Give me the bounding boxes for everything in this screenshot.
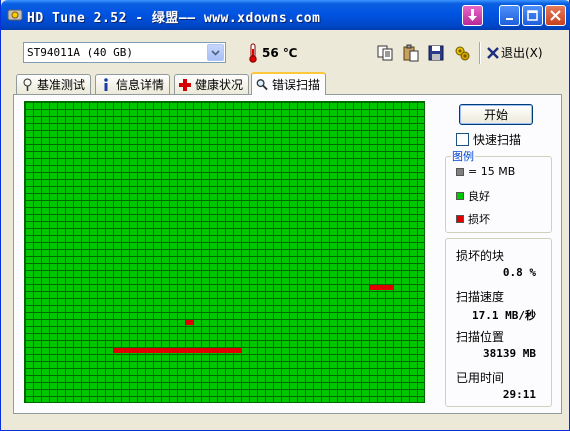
legend-swatch-green — [456, 192, 464, 200]
app-icon[interactable] — [7, 7, 23, 23]
legend-item-good: 良好 — [456, 188, 490, 204]
tab-error-scan-label: 错误扫描 — [272, 78, 321, 92]
damaged-block — [114, 348, 241, 353]
download-arrow-icon — [468, 9, 477, 21]
thermometer-icon — [249, 43, 257, 63]
health-cross-icon — [179, 78, 191, 92]
download-button[interactable] — [462, 5, 483, 26]
legend-swatch-gray — [456, 167, 464, 176]
magnifier-icon — [256, 78, 268, 92]
tab-info-label: 信息详情 — [116, 78, 165, 92]
options-icon[interactable] — [453, 44, 471, 62]
info-icon — [100, 77, 112, 92]
benchmark-icon — [21, 78, 33, 92]
legend-label: = 15 MB — [468, 165, 516, 178]
stat-damaged-blocks-value: 0.8 % — [502, 266, 536, 279]
close-button[interactable] — [545, 5, 566, 26]
minimize-button[interactable] — [499, 5, 520, 26]
stat-scan-speed-value: 17.1 MB/秒 — [472, 309, 536, 322]
temperature-readout: 56 ℃ — [262, 46, 298, 60]
toolbar-separator — [479, 42, 481, 64]
window-title: HD Tune 2.52 - 绿盟—— www.xdowns.com — [27, 11, 321, 26]
paste-icon[interactable] — [402, 44, 420, 62]
legend-item-damaged: 损坏 — [456, 211, 490, 227]
exit-label: 退出(X) — [501, 46, 543, 60]
minimize-icon — [505, 17, 513, 20]
quick-scan-checkbox-box[interactable] — [456, 133, 469, 146]
stat-scan-position-value: 38139 MB — [483, 347, 536, 360]
stat-elapsed-time-value: 29:11 — [502, 388, 536, 401]
drive-select[interactable]: ST94011A (40 GB) — [23, 42, 226, 63]
app-window: HD Tune 2.52 - 绿盟—— www.xdowns.com ST940… — [0, 0, 570, 431]
close-icon — [550, 10, 561, 21]
tab-health[interactable]: 健康状况 — [174, 74, 250, 94]
stat-elapsed-time-label: 已用时间 — [456, 371, 505, 385]
quick-scan-label: 快速扫描 — [473, 133, 522, 147]
stat-scan-position-label: 扫描位置 — [456, 330, 505, 344]
maximize-button[interactable] — [522, 5, 543, 26]
save-icon[interactable] — [427, 44, 445, 62]
tab-error-scan[interactable]: 错误扫描 — [251, 72, 327, 95]
drive-select-value: ST94011A (40 GB) — [27, 46, 133, 59]
tab-benchmark-label: 基准测试 — [37, 78, 86, 92]
damaged-block — [370, 285, 393, 290]
legend-title: 图例 — [451, 148, 475, 164]
maximize-icon — [527, 10, 538, 21]
tab-info[interactable]: 信息详情 — [95, 74, 171, 94]
exit-button[interactable]: 退出(X) — [487, 44, 543, 61]
damaged-block — [186, 320, 193, 325]
copy-icon[interactable] — [376, 44, 394, 62]
stat-damaged-blocks-label: 损坏的块 — [456, 249, 505, 263]
legend-label: 良好 — [468, 190, 490, 203]
legend-item-block-size: = 15 MB — [456, 165, 515, 178]
legend-label: 损坏 — [468, 213, 490, 226]
legend-swatch-red — [456, 215, 464, 223]
quick-scan-checkbox[interactable]: 快速扫描 — [456, 131, 521, 148]
scan-block-grid — [24, 101, 425, 403]
stat-scan-speed-label: 扫描速度 — [456, 290, 505, 304]
exit-x-icon — [487, 46, 499, 59]
tab-benchmark[interactable]: 基准测试 — [16, 74, 92, 94]
start-button[interactable]: 开始 — [459, 104, 533, 125]
chevron-down-icon[interactable] — [207, 44, 224, 61]
tab-health-label: 健康状况 — [195, 78, 244, 92]
title-bar[interactable]: HD Tune 2.52 - 绿盟—— www.xdowns.com — [1, 0, 570, 30]
